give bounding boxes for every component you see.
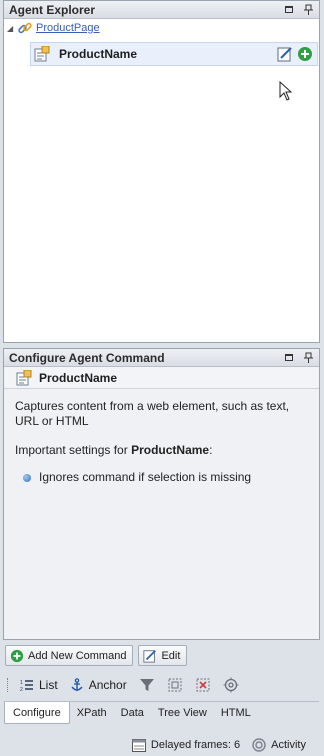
command-title: ProductName — [4, 367, 319, 389]
status-bar: Delayed frames: 6 Activity — [0, 734, 324, 756]
settings-suffix: : — [209, 443, 213, 457]
anchor-button[interactable]: Anchor — [70, 678, 127, 692]
agent-explorer-panel: Agent Explorer ◢ ProductPage ProductName — [3, 0, 320, 343]
action-button-bar: Add New Command Edit — [5, 645, 192, 666]
link-icon — [18, 22, 32, 34]
add-new-command-label: Add New Command — [28, 649, 127, 662]
activity-status[interactable]: Activity — [252, 738, 306, 752]
tree-expand-arrow-icon[interactable]: ◢ — [7, 24, 17, 33]
settings-heading: Important settings for ProductName: — [15, 443, 308, 458]
tab-xpath[interactable]: XPath — [70, 702, 114, 724]
agent-explorer-header: Agent Explorer — [4, 1, 319, 19]
select-region-icon[interactable] — [167, 677, 183, 693]
svg-text:2: 2 — [20, 687, 23, 692]
tab-data[interactable]: Data — [114, 702, 151, 724]
configure-command-panel: Configure Agent Command ProductName Capt… — [3, 348, 320, 640]
command-name: ProductName — [39, 370, 118, 385]
capture-tool-icon — [34, 46, 50, 62]
settings-list-item: Ignores command if selection is missing — [15, 470, 308, 485]
toolbar-grip[interactable] — [7, 678, 10, 692]
tab-configure[interactable]: Configure — [4, 702, 70, 724]
tab-html[interactable]: HTML — [214, 702, 258, 724]
add-new-command-button[interactable]: Add New Command — [5, 645, 134, 666]
add-circle-icon[interactable] — [297, 46, 313, 62]
pin-icon[interactable] — [301, 3, 315, 17]
command-description-area: Captures content from a web element, suc… — [4, 389, 319, 495]
agent-explorer-title: Agent Explorer — [9, 2, 96, 17]
float-window-icon[interactable] — [282, 351, 296, 365]
edit-icon — [143, 649, 157, 663]
float-window-icon[interactable] — [282, 3, 296, 17]
list-icon: 1 2 — [20, 680, 33, 692]
add-circle-icon — [10, 649, 24, 662]
activity-label: Activity — [271, 739, 306, 751]
capture-tool-icon — [16, 369, 32, 385]
configure-title: Configure Agent Command — [9, 350, 165, 365]
command-description: Captures content from a web element, suc… — [15, 399, 290, 428]
frames-icon — [131, 738, 146, 752]
tab-tree-view[interactable]: Tree View — [151, 702, 214, 724]
target-icon[interactable] — [223, 677, 239, 693]
anchor-icon — [71, 678, 83, 691]
settings-item-label: Ignores command if selection is missing — [39, 470, 252, 484]
tree-root-label[interactable]: ProductPage — [36, 22, 100, 34]
tree-item-productname[interactable]: ProductName — [30, 42, 318, 66]
pin-icon[interactable] — [301, 351, 315, 365]
svg-text:1: 1 — [20, 680, 23, 686]
delayed-frames-label: Delayed frames: 6 — [150, 739, 241, 751]
activity-icon — [252, 738, 266, 752]
edit-label: Edit — [161, 649, 181, 662]
mouse-cursor-icon — [279, 81, 293, 101]
bottom-tabs: Configure XPath Data Tree View HTML — [4, 701, 319, 724]
anchor-label: Anchor — [88, 678, 127, 692]
configure-header: Configure Agent Command — [4, 349, 319, 367]
command-toolbar: 1 2 List Anchor — [4, 673, 319, 697]
edit-icon[interactable] — [277, 46, 293, 62]
filter-icon[interactable] — [139, 677, 155, 693]
tree-root-productpage[interactable]: ◢ ProductPage — [4, 19, 319, 37]
list-button[interactable]: 1 2 List — [20, 678, 58, 692]
settings-target: ProductName — [131, 443, 210, 457]
bullet-icon — [23, 473, 31, 482]
settings-prefix: Important settings for — [15, 443, 132, 457]
list-label: List — [39, 678, 58, 692]
edit-button[interactable]: Edit — [138, 645, 188, 666]
delayed-frames-status[interactable]: Delayed frames: 6 — [131, 738, 241, 752]
tree-item-label: ProductName — [59, 47, 138, 61]
remove-region-icon[interactable] — [195, 677, 211, 693]
